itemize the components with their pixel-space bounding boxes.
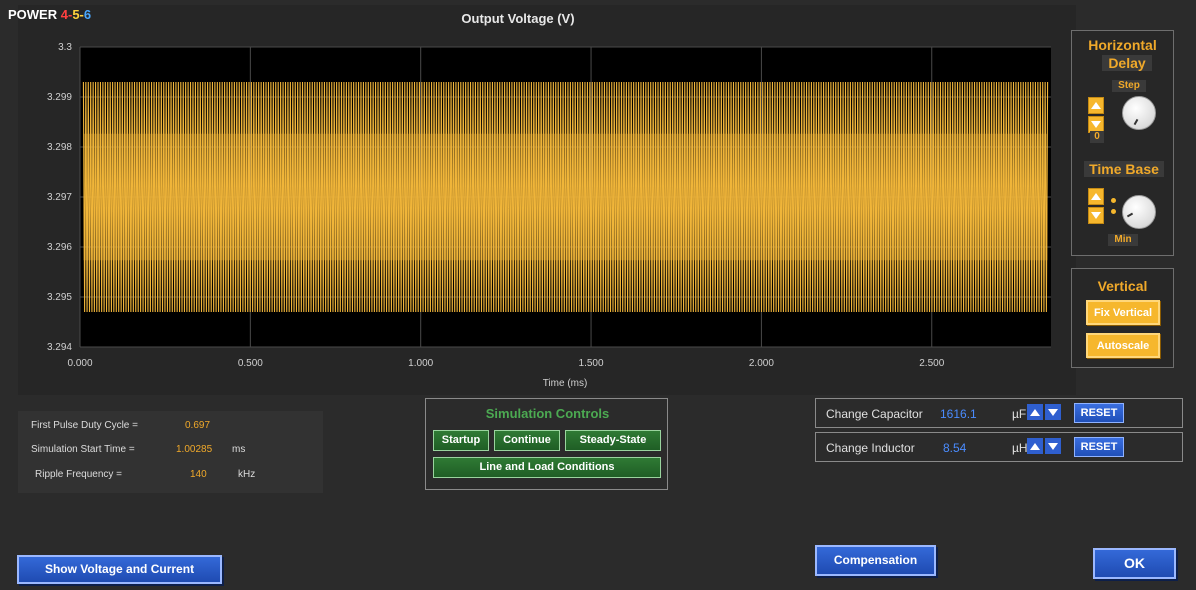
x-tick-label: 1.000 (408, 358, 433, 369)
delay-knob[interactable] (1122, 96, 1156, 130)
x-tick-label: 2.500 (919, 358, 944, 369)
ripple-frequency-value: 140 (190, 469, 207, 480)
knob-indicator-icon (1126, 212, 1134, 218)
duty-cycle-label: First Pulse Duty Cycle = (31, 420, 138, 431)
vertical-title: Vertical (1097, 278, 1148, 294)
capacitor-down-button[interactable] (1045, 404, 1061, 420)
arrow-down-icon (1091, 212, 1101, 219)
ok-button[interactable]: OK (1093, 548, 1176, 579)
x-tick-label: 1.500 (579, 358, 604, 369)
y-tick-label: 3.3 (58, 42, 72, 53)
horizontal-title: Horizontal (1088, 37, 1157, 53)
duty-cycle-value: 0.697 (185, 420, 211, 431)
timebase-dot-icon (1111, 209, 1116, 214)
delay-stepper[interactable] (1088, 97, 1104, 133)
ripple-frequency-label: Ripple Frequency = (35, 469, 122, 480)
step-label: Step (1112, 80, 1146, 92)
show-voltage-current-button[interactable]: Show Voltage and Current (17, 555, 222, 584)
inductor-up-button[interactable] (1027, 438, 1043, 454)
continue-button[interactable]: Continue (494, 430, 560, 451)
capacitor-value: 1616.1 (940, 407, 977, 421)
output-voltage-chart: Output Voltage (V) 3.3 3.299 3.298 3.297 3.2… (18, 5, 1076, 395)
timebase-value: Min (1108, 234, 1138, 246)
line-load-conditions-button[interactable]: Line and Load Conditions (433, 457, 661, 478)
compensation-button[interactable]: Compensation (815, 545, 936, 576)
brand-number-4: 4 (60, 7, 68, 22)
trace-core-band (83, 133, 1048, 261)
x-tick-label: 0.000 (67, 358, 92, 369)
x-tick-label: 2.000 (749, 358, 774, 369)
delay-title: Delay (1102, 55, 1152, 71)
fix-vertical-button[interactable]: Fix Vertical (1086, 300, 1160, 325)
horizontal-panel: Horizontal Delay Step 0 Time Base Min (1071, 30, 1174, 256)
timebase-dot-icon (1111, 198, 1116, 203)
capacitor-reset-button[interactable]: RESET (1074, 403, 1124, 423)
x-axis-label: Time (ms) (543, 378, 588, 389)
y-tick-label: 3.297 (47, 192, 72, 203)
capacitor-label: Change Capacitor (826, 407, 923, 421)
simulation-controls-title: Simulation Controls (485, 406, 610, 421)
chart-svg: 3.3 3.299 3.298 3.297 3.296 3.295 3.294 0.000 0… (47, 42, 1051, 389)
arrow-down-icon (1048, 442, 1058, 450)
start-time-value: 1.00285 (176, 444, 213, 455)
y-tick-label: 3.298 (47, 142, 72, 153)
arrow-down-icon (1091, 121, 1101, 128)
brand-logo: POWER 4-5-6 (8, 7, 91, 22)
arrow-down-icon (1048, 408, 1058, 416)
brand-word: POWER (8, 7, 61, 22)
simulation-info-panel: First Pulse Duty Cycle = 0.697 Simulatio… (18, 411, 323, 493)
inductor-control: Change Inductor 8.54 µH RESET (815, 432, 1183, 462)
steady-state-button[interactable]: Steady-State (565, 430, 661, 451)
timebase-down-button[interactable] (1088, 207, 1104, 224)
inductor-label: Change Inductor (826, 441, 915, 455)
y-tick-label: 3.294 (47, 342, 72, 353)
capacitor-up-button[interactable] (1027, 404, 1043, 420)
vertical-panel: Vertical Fix Vertical Autoscale (1071, 268, 1174, 368)
delay-value: 0 (1090, 131, 1104, 143)
brand-number-6: 6 (83, 7, 92, 22)
y-tick-label: 3.295 (47, 292, 72, 303)
timebase-knob[interactable] (1122, 195, 1156, 229)
ripple-frequency-unit: kHz (238, 469, 256, 480)
arrow-up-icon (1091, 102, 1101, 109)
arrow-up-icon (1030, 442, 1040, 450)
startup-button[interactable]: Startup (433, 430, 489, 451)
capacitor-unit: µF (1012, 407, 1027, 421)
arrow-up-icon (1091, 193, 1101, 200)
start-time-label: Simulation Start Time = (31, 444, 135, 455)
autoscale-button[interactable]: Autoscale (1086, 333, 1160, 358)
arrow-up-icon (1030, 408, 1040, 416)
inductor-value: 8.54 (943, 441, 967, 455)
inductor-unit: µH (1012, 441, 1028, 455)
simulation-controls-panel: Simulation Controls Startup Continue Ste… (425, 398, 668, 490)
knob-indicator-icon (1133, 118, 1139, 126)
y-tick-label: 3.296 (47, 242, 72, 253)
brand-number-5: 5 (72, 7, 80, 22)
y-tick-label: 3.299 (47, 92, 72, 103)
start-time-unit: ms (232, 444, 246, 455)
timebase-up-button[interactable] (1088, 188, 1104, 205)
delay-up-button[interactable] (1088, 97, 1104, 114)
capacitor-control: Change Capacitor 1616.1 µF RESET (815, 398, 1183, 428)
inductor-reset-button[interactable]: RESET (1074, 437, 1124, 457)
inductor-down-button[interactable] (1045, 438, 1061, 454)
x-tick-label: 0.500 (238, 358, 263, 369)
time-base-title: Time Base (1084, 161, 1164, 177)
timebase-stepper[interactable] (1088, 188, 1104, 224)
